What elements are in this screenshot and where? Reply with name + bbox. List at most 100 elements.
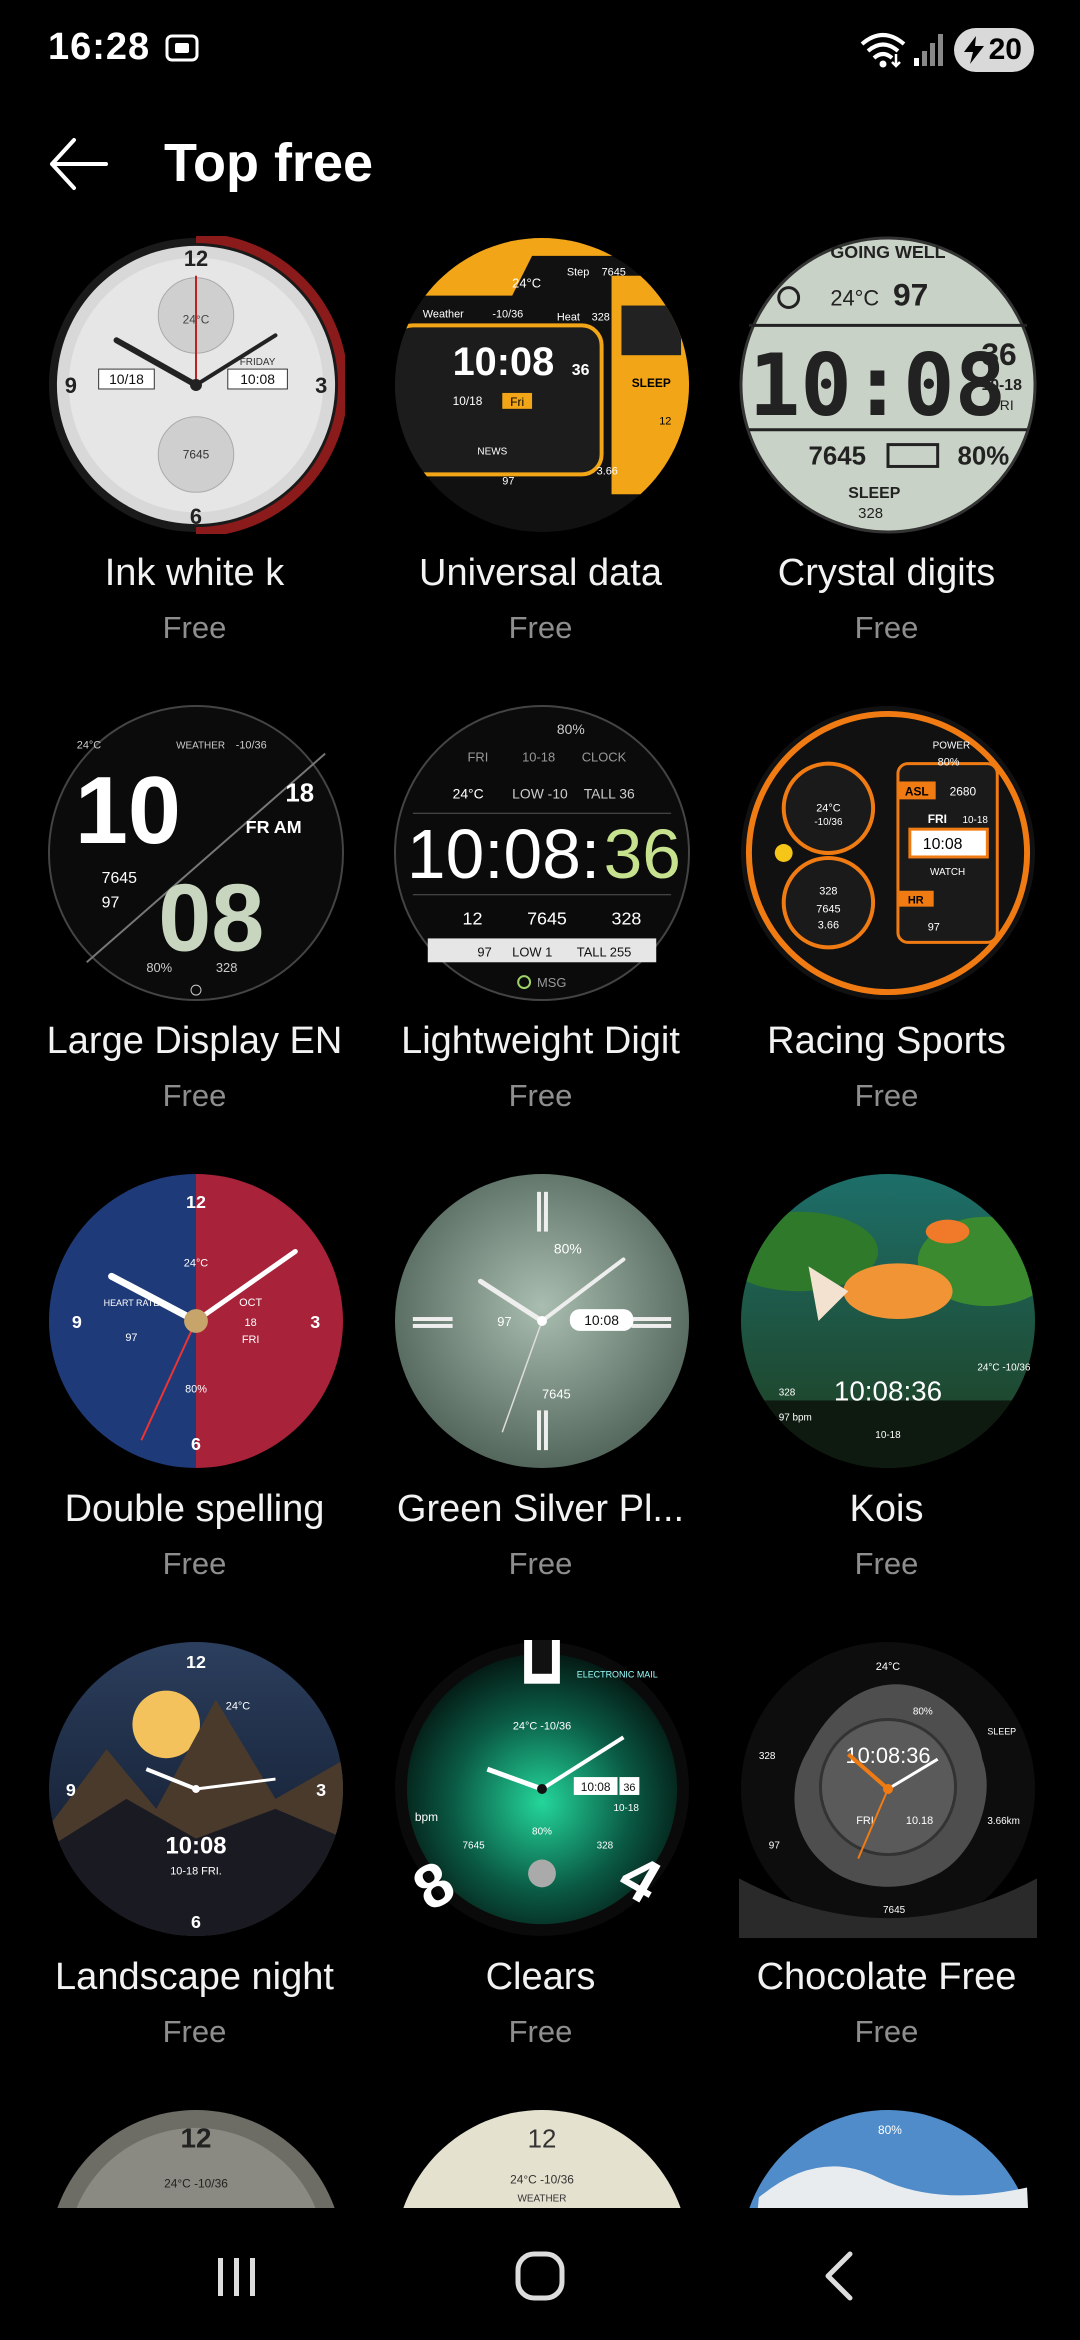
kcal: 328 bbox=[819, 886, 837, 898]
cal: 328 bbox=[779, 1388, 796, 1399]
wifi-icon bbox=[860, 33, 906, 68]
watch-face-card[interactable]: 80% bbox=[714, 2108, 1059, 2208]
watch-face-preview[interactable]: POWER 80% ASL 2680 FRI 10-18 10:08 WATCH… bbox=[739, 704, 1037, 1002]
watch-face-card[interactable]: 80% FRI 10-18 CLOCK 24°C LOW -10 TALL 36… bbox=[368, 704, 713, 1154]
steps: 7645 bbox=[602, 267, 626, 279]
hr: 97 bbox=[769, 1841, 781, 1852]
back-icon[interactable] bbox=[800, 2236, 880, 2316]
watch-face-preview[interactable]: 24°C 10:08:36 80% FRI 10.18 3.66km 7645 … bbox=[739, 1640, 1037, 1938]
watch-face-preview[interactable]: 80% bbox=[739, 2108, 1037, 2208]
face-price: Free bbox=[508, 1078, 573, 1113]
day: 18 bbox=[285, 779, 314, 807]
weather-label: Weather bbox=[423, 308, 464, 320]
temp: 24°C bbox=[876, 1661, 900, 1673]
watch-face-card[interactable]: 24°C 10:08:36 80% FRI 10.18 3.66km 7645 … bbox=[714, 1640, 1059, 2090]
time: 10:08 bbox=[166, 1833, 227, 1860]
watch-face-card[interactable]: ELECTRONIC MAIL 24°C -10/36 10:08 36 10-… bbox=[368, 1640, 713, 2090]
cal: 328 bbox=[216, 960, 238, 975]
hr-label: HR bbox=[908, 895, 924, 907]
dial-9: 9 bbox=[66, 1780, 76, 1800]
sec: 36 bbox=[623, 1782, 635, 1794]
mail: ELECTRONIC MAIL bbox=[577, 1670, 658, 1680]
watch-face-preview[interactable]: 24°C WEATHER -10/36 10 08 18 FR AM 7645 … bbox=[47, 704, 345, 1002]
back-arrow-icon[interactable] bbox=[44, 130, 112, 198]
low: LOW -10 bbox=[512, 785, 568, 801]
watch-face-card[interactable]: 24°C WEATHER -10/36 10 08 18 FR AM 7645 … bbox=[22, 704, 367, 1154]
dial-6: 6 bbox=[191, 1912, 201, 1932]
date: 10-18 FRI. bbox=[170, 1865, 222, 1877]
battery: 80% bbox=[557, 721, 585, 737]
watch-face-preview[interactable]: 12 3 6 9 24°C HEART RATE 97 OCT 18 FRI 8… bbox=[47, 1172, 345, 1470]
weather-range: -10/36 bbox=[492, 308, 523, 320]
dial-12: 12 bbox=[528, 2126, 557, 2154]
watch-face-card[interactable]: 80% 97 10:08 7645 Green Silver Pl... Fre… bbox=[368, 1172, 713, 1622]
date: 10-18 bbox=[981, 377, 1022, 394]
watch-face-preview[interactable]: 12 24°C -10/36 WEATHER bbox=[393, 2108, 691, 2208]
dial-12: 12 bbox=[181, 2123, 212, 2154]
min: 08 bbox=[158, 865, 264, 971]
watch-face-preview[interactable]: 12 3 6 9 24°C 10/18 FRIDAY 10:08 7645 bbox=[47, 236, 345, 534]
date: 18 bbox=[245, 1317, 257, 1329]
watch-face-card[interactable]: 12 24°C -10/36 bbox=[22, 2108, 367, 2208]
time: 10:08:36 bbox=[834, 1375, 942, 1406]
msg: MSG bbox=[537, 975, 566, 990]
watch-face-card[interactable]: 12 3 6 9 24°C 10:08 10-18 FRI. Landscape… bbox=[22, 1640, 367, 2090]
recent-apps-icon[interactable] bbox=[196, 2236, 276, 2316]
watch-face-preview[interactable]: 12 3 6 9 24°C 10:08 10-18 FRI. bbox=[47, 1640, 345, 1938]
watch-face-card[interactable]: GOING WELL 24°C 97 10:08 36 10-18 FRI 76… bbox=[714, 236, 1059, 686]
watch-face-card[interactable]: 12 3 6 9 24°C HEART RATE 97 OCT 18 FRI 8… bbox=[22, 1172, 367, 1622]
watch-face-preview[interactable]: 12 24°C -10/36 bbox=[47, 2108, 345, 2208]
bpm: 97 bbox=[502, 475, 514, 487]
temp: 24°C bbox=[512, 276, 541, 291]
watch-face-card[interactable]: POWER 80% ASL 2680 FRI 10-18 10:08 WATCH… bbox=[714, 704, 1059, 1154]
temp: 24°C -10/36 bbox=[510, 2172, 574, 2186]
steps: 7645 bbox=[102, 870, 137, 887]
battery: 80% bbox=[554, 1240, 582, 1256]
day: FRI bbox=[468, 750, 489, 765]
watch-face-card[interactable]: 10:08:36 24°C -10/36 328 97 bpm 10-18 Ko… bbox=[714, 1172, 1059, 1622]
watch-face-card[interactable]: 10:08 36 10/18 Fri 24°C Weather -10/36 S… bbox=[368, 236, 713, 686]
power: POWER bbox=[933, 741, 970, 752]
battery-level: 20 bbox=[988, 33, 1022, 66]
watch-face-preview[interactable]: 80% 97 10:08 7645 bbox=[393, 1172, 691, 1470]
watch-face-preview[interactable]: GOING WELL 24°C 97 10:08 36 10-18 FRI 76… bbox=[739, 236, 1037, 534]
watch-face-card[interactable]: 12 24°C -10/36 WEATHER bbox=[368, 2108, 713, 2208]
steps: 7645 bbox=[542, 1386, 571, 1401]
dial-9: 9 bbox=[72, 1312, 82, 1332]
face-price: Free bbox=[508, 2014, 573, 2049]
time: 10:08 bbox=[453, 340, 555, 384]
face-price: Free bbox=[854, 1078, 919, 1113]
signal-icon bbox=[914, 34, 943, 66]
date: 10/18 bbox=[109, 371, 144, 387]
bpm: 97 bbox=[893, 277, 928, 313]
day: FRI bbox=[991, 397, 1013, 413]
face-price: Free bbox=[854, 1546, 919, 1581]
month: OCT bbox=[239, 1297, 262, 1309]
sleep-val: 328 bbox=[858, 506, 883, 522]
clock: CLOCK bbox=[582, 750, 627, 765]
heat-label: Heat bbox=[557, 311, 580, 323]
watch-face-preview[interactable]: 10:08:36 24°C -10/36 328 97 bpm 10-18 bbox=[739, 1172, 1037, 1470]
watch: WATCH bbox=[930, 867, 965, 878]
face-price: Free bbox=[162, 2014, 227, 2049]
low2: LOW 1 bbox=[512, 944, 552, 959]
date: 10-18 bbox=[875, 1430, 901, 1441]
home-icon[interactable] bbox=[500, 2236, 580, 2316]
time: 10:08 bbox=[584, 1312, 619, 1328]
watch-face-preview[interactable]: 80% FRI 10-18 CLOCK 24°C LOW -10 TALL 36… bbox=[393, 704, 691, 1002]
face-name: Double spelling bbox=[64, 1488, 325, 1530]
status-bar: 16:28 20 bbox=[0, 0, 1080, 100]
news: NEWS bbox=[477, 447, 507, 458]
sleep: SLEEP bbox=[987, 1726, 1016, 1736]
watch-face-card[interactable]: 12 3 6 9 24°C 10/18 FRIDAY 10:08 7645 In… bbox=[22, 236, 367, 686]
steps: 7645 bbox=[463, 1841, 486, 1852]
face-price: Free bbox=[162, 610, 227, 645]
watch-face-preview[interactable]: 10:08 36 10/18 Fri 24°C Weather -10/36 S… bbox=[393, 236, 691, 534]
battery: 80% bbox=[878, 2123, 902, 2137]
watch-face-preview[interactable]: ELECTRONIC MAIL 24°C -10/36 10:08 36 10-… bbox=[393, 1640, 691, 1938]
status-time: 16:28 bbox=[48, 26, 151, 68]
tall: TALL 36 bbox=[584, 785, 635, 801]
date: 10-18 bbox=[614, 1803, 640, 1814]
face-name: Chocolate Free bbox=[756, 1956, 1017, 1998]
battery: 80% bbox=[532, 1827, 552, 1838]
